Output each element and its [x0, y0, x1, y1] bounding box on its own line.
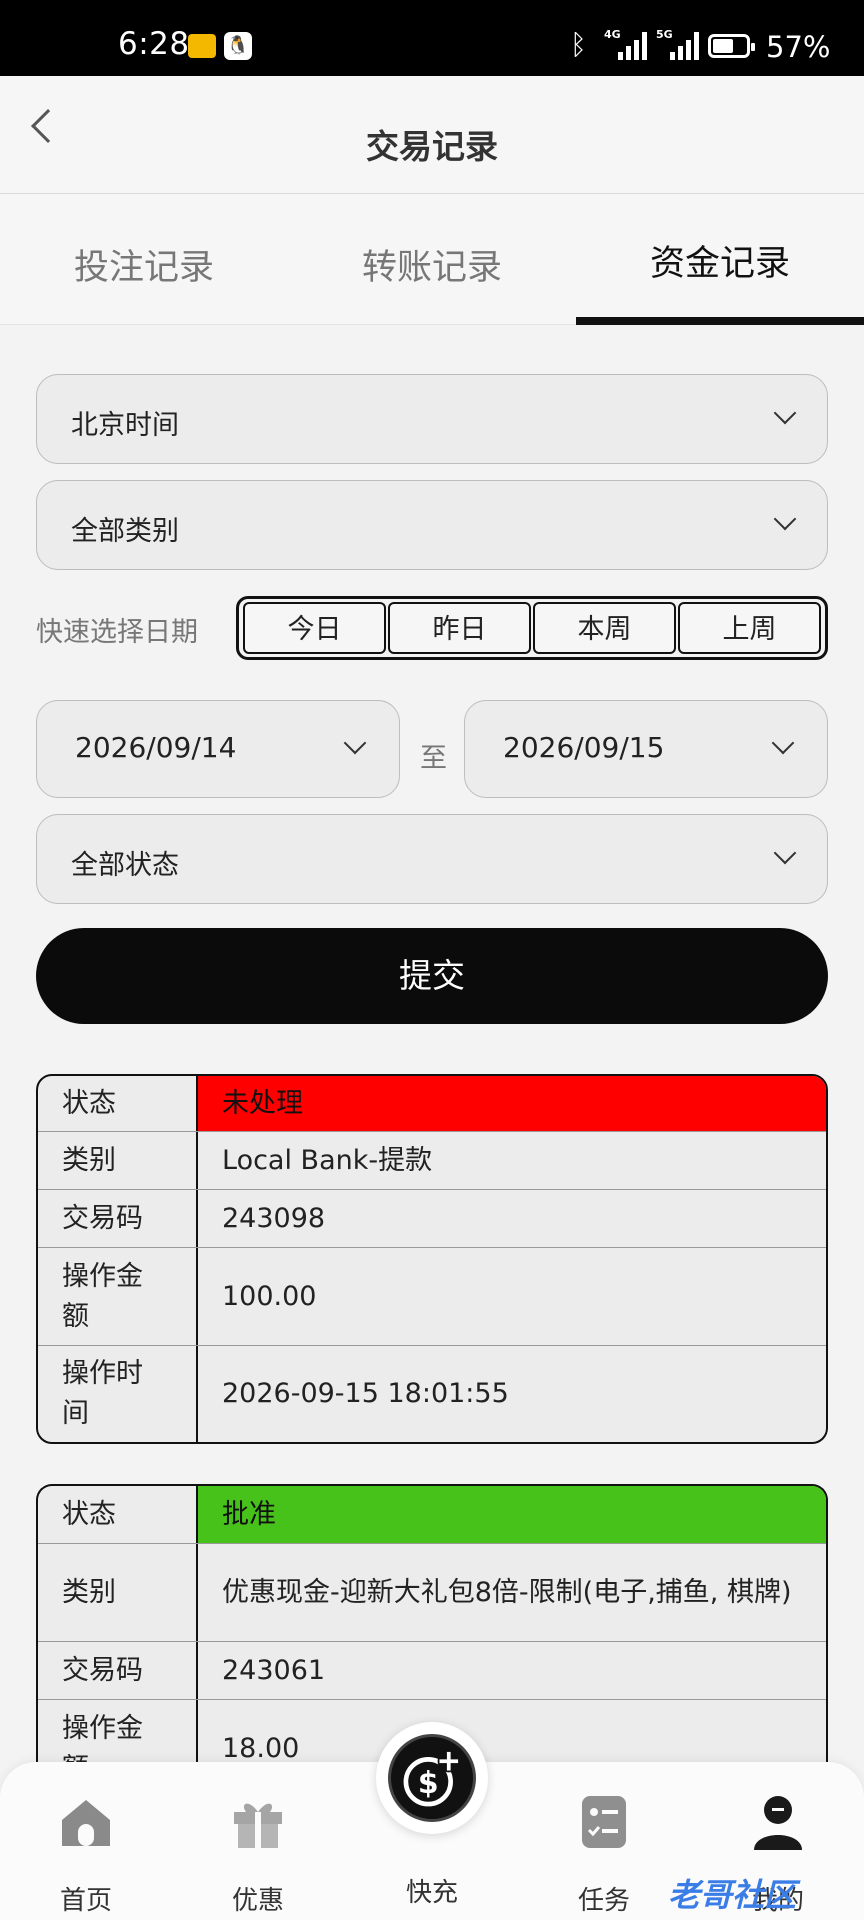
tabbar-home-label: 首页: [59, 1886, 112, 1916]
record-row-time: 操作时间 2026-09-15 18:01:55: [38, 1346, 826, 1442]
recharge-icon: $: [388, 1734, 476, 1822]
status-select[interactable]: 全部状态: [36, 814, 828, 904]
svg-text:$: $: [418, 1766, 439, 1801]
mail-notification-icon: [188, 34, 216, 58]
date-from-select[interactable]: 2026/09/14: [36, 700, 400, 798]
user-icon: [754, 1796, 802, 1850]
gift-icon: [234, 1803, 282, 1848]
record-time-value: 2026-09-15 18:01:55: [222, 1378, 509, 1409]
quick-date-group: 今日 昨日 本周 上周: [236, 596, 828, 660]
record-row-type: 类别 优惠现金-迎新大礼包8倍-限制(电子,捕鱼, 棋牌): [38, 1544, 826, 1642]
date-to-select[interactable]: 2026/09/15: [464, 700, 828, 798]
chevron-down-icon: [343, 731, 367, 755]
task-icon: [582, 1796, 626, 1848]
status-bar: 6:28 🐧 ᛒ 4G 5G 57%: [0, 0, 864, 76]
submit-button[interactable]: 提交: [36, 928, 828, 1024]
chevron-down-icon: [773, 841, 797, 865]
timezone-select[interactable]: 北京时间: [36, 374, 828, 464]
signal-icon-1: [618, 30, 654, 60]
status-badge: 批准: [198, 1486, 826, 1543]
date-from-value: 2026/09/14: [75, 731, 237, 764]
battery-percent: 57%: [766, 30, 831, 64]
record-row-amount: 操作金额 100.00: [38, 1248, 826, 1346]
chevron-down-icon: [773, 401, 797, 425]
tab-fund-records[interactable]: 资金记录: [576, 235, 864, 286]
chevron-down-icon: [771, 731, 795, 755]
record-tabs: 投注记录 转账记录 资金记录: [0, 195, 864, 325]
record-key: 状态: [38, 1486, 198, 1543]
category-select[interactable]: 全部类别: [36, 480, 828, 570]
timezone-value: 北京时间: [71, 410, 179, 441]
category-value: 全部类别: [71, 516, 179, 547]
record-row-code: 交易码 243098: [38, 1190, 826, 1248]
quick-this-week-button[interactable]: 本周: [533, 602, 676, 654]
record-amount-value: 100.00: [222, 1280, 317, 1312]
record-key: 交易码: [38, 1642, 198, 1699]
status-time: 6:28: [118, 26, 190, 62]
record-row-status: 状态 未处理: [38, 1076, 826, 1132]
date-to-value: 2026/09/15: [503, 731, 665, 764]
quick-yesterday-button[interactable]: 昨日: [388, 602, 531, 654]
signal-icon-2: [670, 30, 706, 60]
record-card: 状态 未处理 类别 Local Bank-提款 交易码 243098 操作金额 …: [36, 1074, 828, 1444]
quick-date-label: 快速选择日期: [36, 617, 198, 648]
record-row-code: 交易码 243061: [38, 1642, 826, 1700]
tabbar-recharge-label: 快充: [405, 1878, 458, 1908]
tab-bet-records[interactable]: 投注记录: [0, 239, 288, 290]
page-title: 交易记录: [366, 127, 498, 166]
tabbar-promo-label: 优惠: [231, 1886, 284, 1916]
page-header: 交易记录: [0, 76, 864, 194]
watermark-logo: 老哥社区: [668, 1876, 797, 1914]
active-tab-indicator: [576, 317, 864, 325]
battery-icon: [708, 34, 755, 58]
date-range-to-label: 至: [420, 743, 447, 774]
tabbar-promo[interactable]: 优惠: [172, 1762, 344, 1920]
tab-transfer-records[interactable]: 转账记录: [288, 239, 576, 290]
bluetooth-icon: ᛒ: [570, 28, 587, 61]
recharge-fab-button[interactable]: $: [376, 1722, 488, 1834]
quick-today-button[interactable]: 今日: [243, 602, 386, 654]
chevron-down-icon: [773, 507, 797, 531]
home-icon: [62, 1800, 110, 1846]
record-key: 状态: [38, 1076, 198, 1131]
record-key: 操作金额: [38, 1248, 198, 1345]
record-type-value: 优惠现金-迎新大礼包8倍-限制(电子,捕鱼, 棋牌): [222, 1576, 792, 1608]
record-key: 交易码: [38, 1190, 198, 1247]
qq-notification-icon: 🐧: [224, 32, 252, 60]
status-value: 全部状态: [71, 850, 179, 881]
tabbar-task-label: 任务: [577, 1886, 630, 1916]
tabbar-task[interactable]: 任务: [518, 1762, 690, 1920]
tabbar-home[interactable]: 首页: [0, 1762, 172, 1920]
status-badge: 未处理: [198, 1076, 826, 1131]
record-code-value: 243061: [222, 1654, 326, 1686]
record-type-value: Local Bank-提款: [222, 1144, 433, 1176]
record-key: 类别: [38, 1132, 198, 1189]
record-key: 类别: [38, 1544, 198, 1641]
record-key: 操作时间: [38, 1346, 198, 1442]
record-code-value: 243098: [222, 1202, 326, 1234]
quick-last-week-button[interactable]: 上周: [678, 602, 821, 654]
record-row-status: 状态 批准: [38, 1486, 826, 1544]
record-row-type: 类别 Local Bank-提款: [38, 1132, 826, 1190]
